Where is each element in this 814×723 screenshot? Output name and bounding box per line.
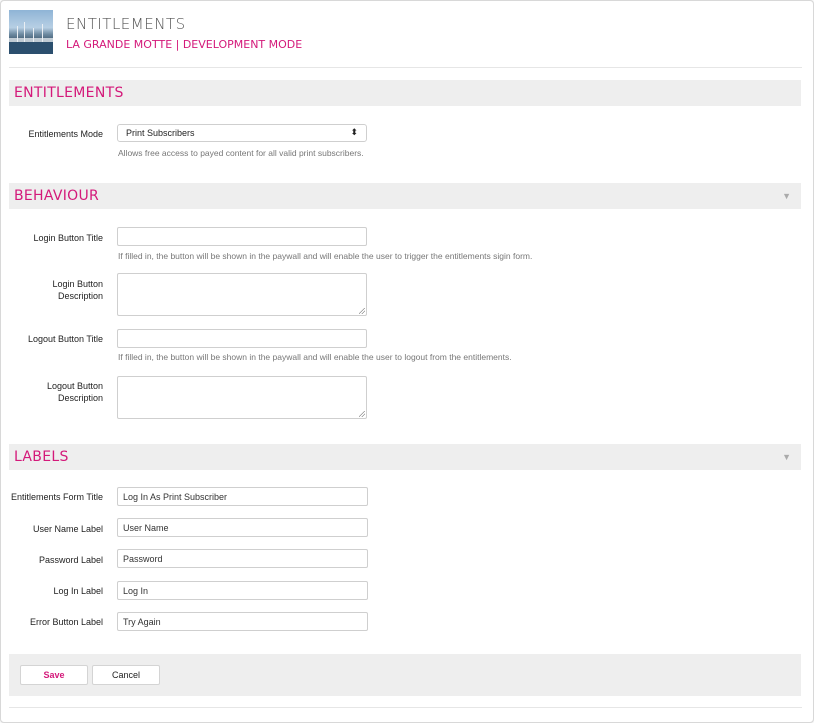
log-in-label-input[interactable] (117, 581, 368, 600)
section-header-behaviour[interactable]: BEHAVIOUR ▼ (9, 183, 801, 209)
page-title: ENTITLEMENTS (66, 15, 186, 33)
thumbnail-mast (24, 22, 25, 44)
footer-divider (9, 707, 802, 708)
login-button-title-label: Login Button Title (33, 233, 103, 243)
login-button-title-input[interactable] (117, 227, 367, 246)
entitlements-form-title-label: Entitlements Form Title (10, 492, 103, 502)
login-button-description-label: Login Button Description (7, 278, 103, 302)
logout-button-description-label: Logout Button Description (7, 380, 103, 404)
page-subtitle: LA GRANDE MOTTE | DEVELOPMENT MODE (66, 38, 303, 51)
password-label-label: Password Label (38, 555, 103, 565)
login-button-title-help: If filled in, the button will be shown i… (118, 251, 533, 261)
save-button[interactable]: Save (20, 665, 88, 685)
resize-grip-icon[interactable] (359, 411, 365, 417)
error-button-label-input[interactable] (117, 612, 368, 631)
log-in-label-label: Log In Label (53, 586, 103, 596)
thumbnail-water (9, 42, 53, 54)
header-divider (9, 67, 802, 68)
logout-button-description-label-line2: Description (57, 393, 103, 403)
select-updown-icon: ⬍ (350, 127, 358, 137)
section-header-entitlements: ENTITLEMENTS (9, 80, 801, 106)
user-name-label-input[interactable] (117, 518, 368, 537)
entitlements-mode-label: Entitlements Mode (28, 129, 103, 139)
logout-button-description-label-line1: Logout Button (46, 381, 103, 391)
error-button-label-label: Error Button Label (29, 617, 103, 627)
entitlements-mode-select[interactable]: Print Subscribers ⬍ (117, 124, 367, 142)
entitlements-mode-help: Allows free access to payed content for … (118, 148, 364, 158)
login-button-description-textarea[interactable] (117, 273, 367, 316)
cancel-button[interactable]: Cancel (92, 665, 160, 685)
logout-button-title-input[interactable] (117, 329, 367, 348)
logout-button-title-label: Logout Button Title (27, 334, 103, 344)
section-header-labels[interactable]: LABELS ▼ (9, 444, 801, 470)
collapse-triangle-icon[interactable]: ▼ (782, 452, 791, 462)
site-thumbnail-image (9, 10, 53, 54)
resize-grip-icon[interactable] (359, 308, 365, 314)
section-title: BEHAVIOUR (14, 188, 100, 204)
entitlements-form-title-input[interactable] (117, 487, 368, 506)
logout-button-title-help: If filled in, the button will be shown i… (118, 352, 512, 362)
password-label-input[interactable] (117, 549, 368, 568)
section-title: ENTITLEMENTS (14, 85, 124, 101)
form-footer: Save Cancel (9, 654, 801, 696)
user-name-label-label: User Name Label (32, 524, 103, 534)
collapse-triangle-icon[interactable]: ▼ (782, 191, 791, 201)
login-button-description-label-line1: Login Button (52, 279, 103, 289)
section-title: LABELS (14, 449, 69, 465)
thumbnail-mast (42, 24, 43, 44)
login-button-description-label-line2: Description (57, 291, 103, 301)
logout-button-description-textarea[interactable] (117, 376, 367, 419)
entitlements-mode-value: Print Subscribers (126, 128, 195, 138)
